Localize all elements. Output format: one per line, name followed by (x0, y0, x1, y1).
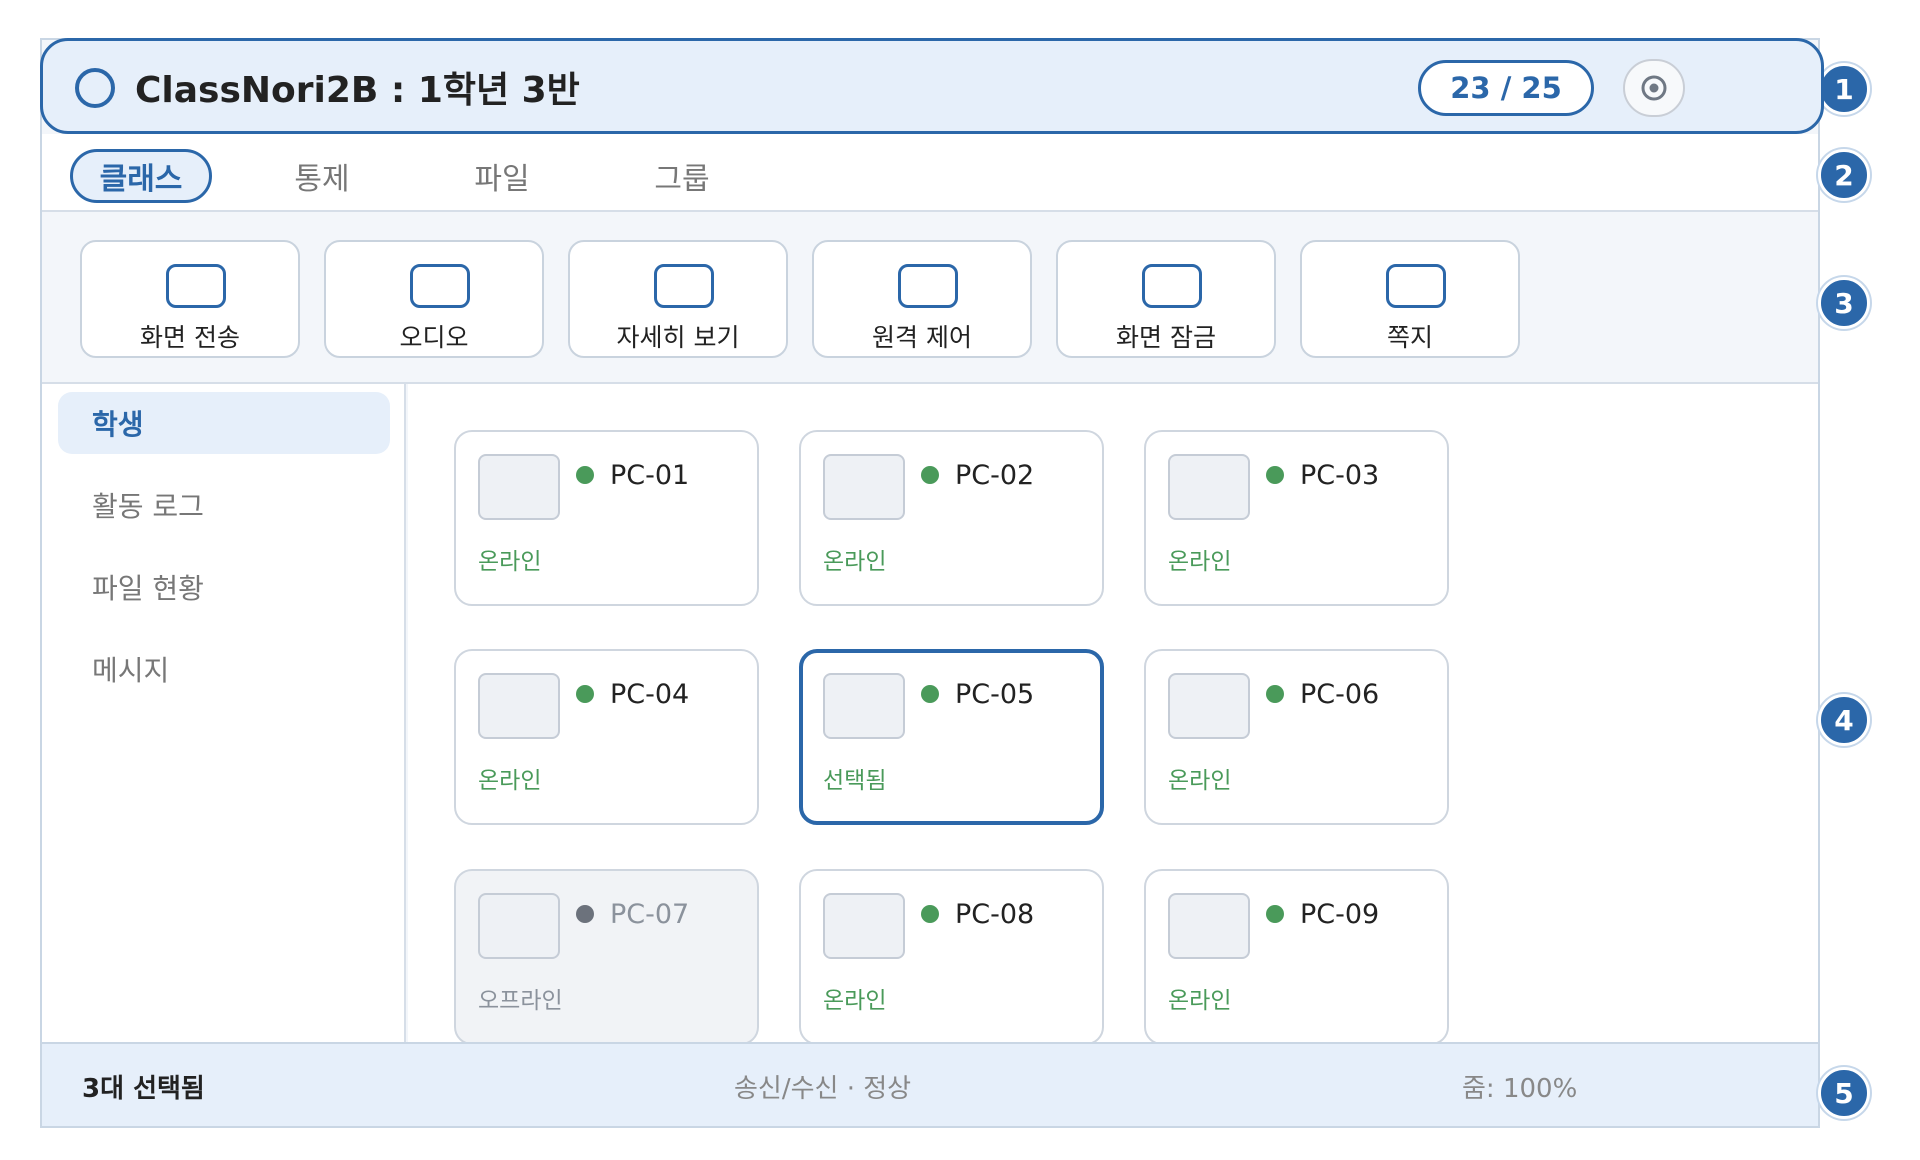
monitor-icon (1142, 264, 1202, 308)
device-status: 온라인 (823, 549, 887, 575)
callout-marker-1: 1 (1818, 63, 1870, 115)
zoom-level: 줌: 100% (1462, 1074, 1578, 1104)
status-dot-icon (576, 466, 594, 484)
device-card[interactable]: PC-08 온라인 (799, 869, 1104, 1042)
status-dot-icon (921, 905, 939, 923)
selection-count: 3대 선택됨 (82, 1074, 205, 1104)
status-dot-icon (921, 685, 939, 703)
device-status: 온라인 (1168, 768, 1232, 794)
monitor-icon (654, 264, 714, 308)
action-toolbar: 화면 전송 오디오 자세히 보기 원격 제어 화면 잠금 쪽지 (42, 212, 1818, 384)
device-card[interactable]: PC-04 온라인 (454, 649, 759, 825)
ring-icon (75, 68, 115, 108)
callout-marker-4: 4 (1818, 694, 1870, 746)
callout-marker-3: 3 (1818, 277, 1870, 329)
note-button[interactable]: 쪽지 (1300, 240, 1520, 358)
device-card[interactable]: PC-07 오프라인 (454, 869, 759, 1042)
device-name: PC-03 (1300, 460, 1380, 491)
screen-thumbnail (1168, 454, 1250, 520)
tab-groups[interactable]: 그룹 (622, 149, 742, 203)
device-status: 온라인 (478, 549, 542, 575)
audio-button[interactable]: 오디오 (324, 240, 544, 358)
status-dot-icon (921, 466, 939, 484)
monitor-icon (410, 264, 470, 308)
device-name: PC-07 (610, 899, 690, 930)
device-name: PC-08 (955, 899, 1035, 930)
screen-thumbnail (478, 673, 560, 739)
status-dot-icon (1266, 905, 1284, 923)
device-grid: PC-01 온라인 PC-02 온라인 PC-03 온라인 PC-04 온라인 PC-05 선택됨… (408, 384, 1818, 1042)
app-window: ClassNori2B : 1학년 3반 23 / 25 클래스 통제 파일 그… (40, 38, 1824, 1128)
main-tabs: 클래스 통제 파일 그룹 (42, 134, 1818, 212)
detail-view-button[interactable]: 자세히 보기 (568, 240, 788, 358)
action-label: 화면 전송 (140, 323, 240, 352)
sidebar-item-students[interactable]: 학생 (58, 392, 390, 454)
device-name: PC-09 (1300, 899, 1380, 930)
monitor-icon (166, 264, 226, 308)
sidebar: 학생 활동 로그 파일 현황 메시지 (42, 384, 406, 1042)
action-label: 원격 제어 (872, 323, 972, 352)
device-card[interactable]: PC-02 온라인 (799, 430, 1104, 606)
remote-control-button[interactable]: 원격 제어 (812, 240, 1032, 358)
device-name: PC-02 (955, 460, 1035, 491)
action-label: 쪽지 (1386, 323, 1433, 352)
settings-button[interactable] (1623, 59, 1685, 117)
title-bar: ClassNori2B : 1학년 3반 23 / 25 (40, 38, 1824, 134)
screen-thumbnail (478, 454, 560, 520)
device-card[interactable]: PC-09 온라인 (1144, 869, 1449, 1042)
tab-files[interactable]: 파일 (442, 149, 562, 203)
device-status: 오프라인 (478, 988, 563, 1014)
callout-marker-2: 2 (1818, 149, 1870, 201)
status-bar: 3대 선택됨 송신/수신 · 정상 줌: 100% (42, 1042, 1818, 1126)
status-dot-icon (1266, 685, 1284, 703)
screen-thumbnail (823, 454, 905, 520)
target-icon (1641, 75, 1667, 101)
tab-class[interactable]: 클래스 (70, 149, 212, 203)
action-label: 오디오 (399, 323, 469, 352)
device-card[interactable]: PC-03 온라인 (1144, 430, 1449, 606)
sidebar-item-messages[interactable]: 메시지 (58, 638, 390, 700)
callout-marker-5: 5 (1818, 1067, 1870, 1119)
device-name: PC-01 (610, 460, 690, 491)
screen-share-button[interactable]: 화면 전송 (80, 240, 300, 358)
screen-thumbnail (823, 673, 905, 739)
status-dot-icon (576, 905, 594, 923)
screen-thumbnail (478, 893, 560, 959)
action-label: 화면 잠금 (1116, 323, 1216, 352)
connected-count-badge: 23 / 25 (1418, 60, 1594, 116)
tab-control[interactable]: 통제 (262, 149, 382, 203)
device-name: PC-05 (955, 679, 1035, 710)
screen-lock-button[interactable]: 화면 잠금 (1056, 240, 1276, 358)
action-label: 자세히 보기 (616, 323, 740, 352)
device-card[interactable]: PC-05 선택됨 (799, 649, 1104, 825)
screen-thumbnail (1168, 893, 1250, 959)
device-status: 온라인 (478, 768, 542, 794)
status-dot-icon (1266, 466, 1284, 484)
device-status: 온라인 (1168, 988, 1232, 1014)
device-status: 선택됨 (823, 768, 887, 794)
device-card[interactable]: PC-06 온라인 (1144, 649, 1449, 825)
device-name: PC-06 (1300, 679, 1380, 710)
device-status: 온라인 (1168, 549, 1232, 575)
device-card[interactable]: PC-01 온라인 (454, 430, 759, 606)
monitor-icon (1386, 264, 1446, 308)
status-dot-icon (576, 685, 594, 703)
sidebar-item-file-status[interactable]: 파일 현황 (58, 556, 390, 618)
device-status: 온라인 (823, 988, 887, 1014)
monitor-icon (898, 264, 958, 308)
screen-thumbnail (823, 893, 905, 959)
connection-status: 송신/수신 · 정상 (734, 1074, 912, 1104)
sidebar-item-activity-log[interactable]: 활동 로그 (58, 474, 390, 536)
device-name: PC-04 (610, 679, 690, 710)
screen-thumbnail (1168, 673, 1250, 739)
class-title: ClassNori2B : 1학년 3반 (135, 70, 580, 111)
